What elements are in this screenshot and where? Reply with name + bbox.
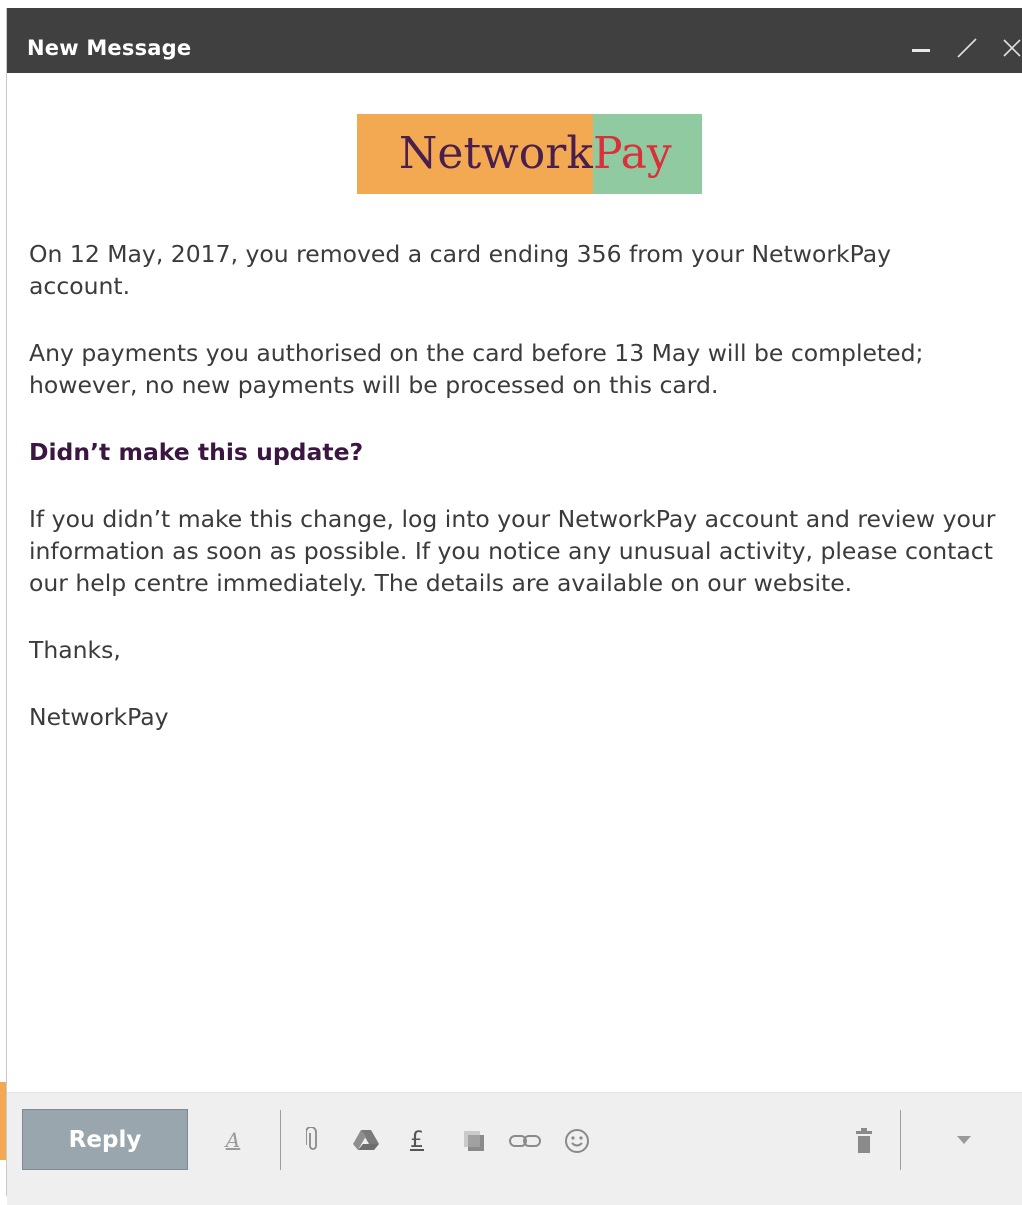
networkpay-logo: Network Pay xyxy=(357,114,702,194)
currency-icon[interactable]: £ xyxy=(406,1125,428,1155)
emoji-icon[interactable] xyxy=(562,1126,592,1156)
closing-text: Thanks, xyxy=(29,636,121,664)
trash-icon[interactable] xyxy=(852,1127,876,1155)
orange-edge-tab xyxy=(0,1082,6,1160)
message-body: On 12 May, 2017, you removed a card endi… xyxy=(29,238,999,768)
paragraph-removed-card: On 12 May, 2017, you removed a card endi… xyxy=(29,240,892,300)
photo-icon[interactable] xyxy=(461,1128,487,1154)
more-options-icon[interactable] xyxy=(953,1132,975,1148)
close-icon[interactable] xyxy=(1000,36,1022,60)
logo-pay-part: Pay xyxy=(593,114,702,194)
paragraph-instructions: If you didn’t make this change, log into… xyxy=(29,505,996,597)
title-bar: New Message xyxy=(7,8,1022,73)
drive-icon[interactable] xyxy=(352,1128,380,1152)
logo-network-part: Network xyxy=(357,114,593,194)
section-heading: Didn’t make this update? xyxy=(29,438,364,466)
minimize-icon[interactable] xyxy=(912,48,932,52)
format-text-icon[interactable]: A xyxy=(220,1125,246,1155)
link-icon[interactable] xyxy=(507,1130,543,1152)
expand-icon[interactable] xyxy=(955,36,979,60)
toolbar-divider xyxy=(280,1110,281,1170)
paragraph-payments: Any payments you authorised on the card … xyxy=(29,339,924,399)
toolbar-divider-right xyxy=(900,1110,901,1170)
window-title: New Message xyxy=(27,36,192,60)
compose-window: New Message Network Pay On 12 May, 2017,… xyxy=(6,8,1022,1205)
signature-text: NetworkPay xyxy=(29,703,169,731)
reply-button[interactable]: Reply xyxy=(22,1109,188,1170)
attach-icon[interactable] xyxy=(302,1125,324,1155)
